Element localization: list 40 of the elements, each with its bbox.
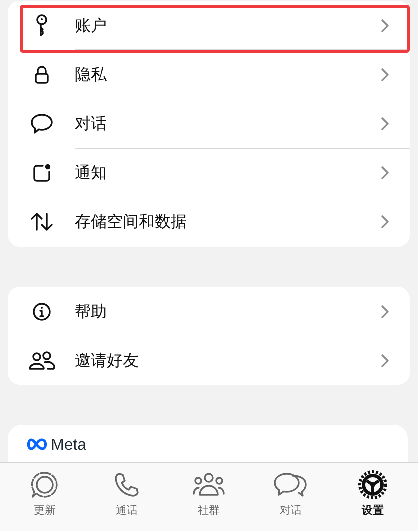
settings-row[interactable]: 账户: [8, 1, 410, 50]
settings-row[interactable]: 隐私: [8, 50, 410, 100]
up-down-arrows-icon: [30, 212, 54, 232]
chevron-right-icon: [381, 166, 390, 180]
info-icon: [32, 302, 52, 322]
row-label: 帮助: [75, 300, 108, 323]
chevron-right-icon: [381, 354, 390, 368]
tab[interactable]: 更新: [13, 469, 77, 531]
row-label: 邀请好友: [75, 350, 140, 372]
key-icon: [34, 14, 50, 38]
chevron-right-icon: [381, 215, 390, 230]
settings-row[interactable]: 存储空间和数据: [8, 198, 410, 247]
row-label: 隐私: [75, 64, 108, 86]
chevron-right-icon: [381, 116, 390, 131]
infinity-icon: [26, 438, 48, 451]
settings-row[interactable]: 帮助: [8, 286, 410, 336]
chevron-right-icon: [381, 304, 390, 319]
row-label: 账户: [75, 14, 108, 37]
tab[interactable]: 通话: [95, 469, 159, 531]
lock-icon: [34, 64, 50, 85]
phone-icon: [113, 471, 141, 499]
settings-row[interactable]: 通知: [8, 148, 410, 198]
speech-bubble-icon: [30, 112, 54, 135]
row-label: 存储空间和数据: [75, 211, 188, 234]
chevron-right-icon: [381, 68, 390, 82]
row-label: 通知: [75, 162, 108, 184]
settings-icon: [357, 469, 389, 501]
tab[interactable]: 社群: [177, 469, 241, 531]
settings-row[interactable]: 对话: [8, 99, 410, 149]
chevron-right-icon: [381, 18, 390, 33]
status-ring-icon: [30, 470, 60, 500]
chat-bubbles-icon: [273, 471, 309, 499]
tab[interactable]: 设置: [341, 469, 405, 531]
tab[interactable]: 对话: [259, 469, 323, 531]
row-label: 对话: [75, 112, 108, 135]
brand-name: Meta: [51, 438, 87, 454]
people-icon: [28, 350, 56, 371]
group-icon: [192, 471, 226, 499]
notification-icon: [32, 163, 52, 184]
settings-row[interactable]: 邀请好友: [8, 336, 410, 386]
